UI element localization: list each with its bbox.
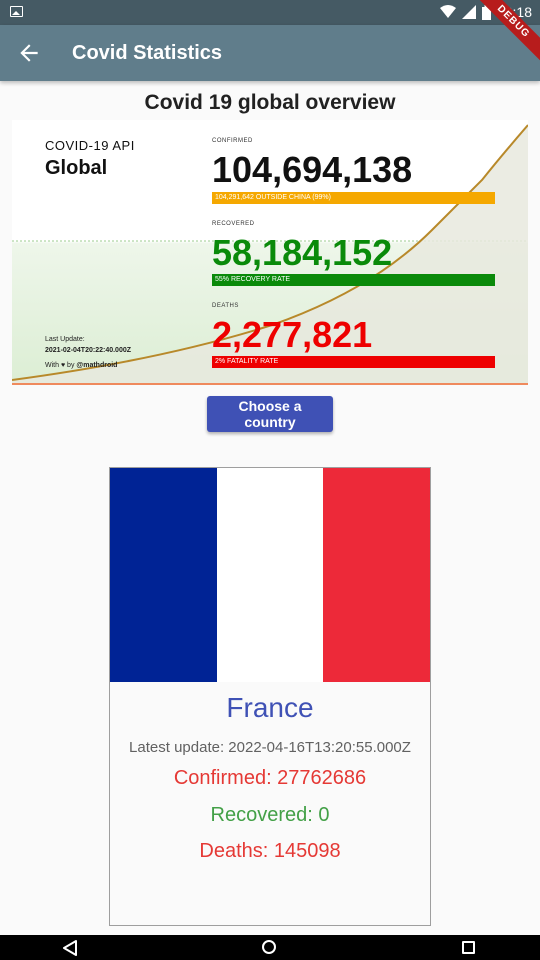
app-bar: Covid Statistics xyxy=(0,25,540,81)
flag-stripe-red xyxy=(323,468,431,682)
confirmed-value: 104,694,138 xyxy=(212,149,413,190)
country-name: France xyxy=(226,692,314,723)
back-arrow-icon[interactable] xyxy=(16,40,42,66)
last-update-label: Last Update: xyxy=(45,336,85,343)
confirmed-label: CONFIRMED xyxy=(212,138,253,144)
country-flag xyxy=(110,468,431,682)
credit-handle: @mathdroid xyxy=(76,362,118,369)
nav-recents-icon[interactable] xyxy=(462,941,475,954)
api-label: COVID-19 API xyxy=(45,138,135,153)
choose-country-button[interactable]: Choose a country xyxy=(207,396,333,432)
app-bar-title: Covid Statistics xyxy=(72,42,223,64)
deaths-value: 2,277,821 xyxy=(212,314,373,355)
deaths-sub-bar: 2% FATALITY RATE xyxy=(212,356,495,368)
deaths-stat: Deaths: 145098 xyxy=(199,840,341,862)
recovered-sub-bar: 55% RECOVERY RATE xyxy=(212,274,495,286)
credit-line: With ♥ by @mathdroid xyxy=(45,362,117,369)
recovered-label: RECOVERED xyxy=(212,221,255,227)
deaths-label: DEATHS xyxy=(212,303,239,309)
image-notification-icon xyxy=(10,6,23,17)
flag-stripe-white xyxy=(216,468,324,682)
global-overview-image: COVID-19 API Global Last Update: 2021-02… xyxy=(12,120,528,385)
wifi-icon xyxy=(439,5,456,18)
country-card: France Latest update: 2022-04-16T13:20:5… xyxy=(109,467,431,926)
scope-label: Global xyxy=(45,157,108,179)
confirmed-sub-bar: 104,291,642 OUTSIDE CHINA (99%) xyxy=(212,192,495,204)
last-update-value: 2021-02-04T20:22:40.000Z xyxy=(45,347,132,354)
flag-stripe-blue xyxy=(110,468,217,682)
latest-update: Latest update: 2022-04-16T13:20:55.000Z xyxy=(129,739,411,756)
recovered-value: 58,184,152 xyxy=(212,232,393,273)
page-title: Covid 19 global overview xyxy=(144,91,396,114)
nav-home-icon[interactable] xyxy=(262,940,276,954)
status-bar: 10:18 DEBUG xyxy=(0,0,540,67)
navigation-bar xyxy=(0,935,540,960)
recovered-stat: Recovered: 0 xyxy=(210,804,330,826)
nav-back-icon[interactable] xyxy=(62,940,78,956)
credit-prefix: With ♥ by xyxy=(45,362,75,369)
signal-icon xyxy=(461,5,476,19)
confirmed-stat: Confirmed: 27762686 xyxy=(173,767,367,789)
